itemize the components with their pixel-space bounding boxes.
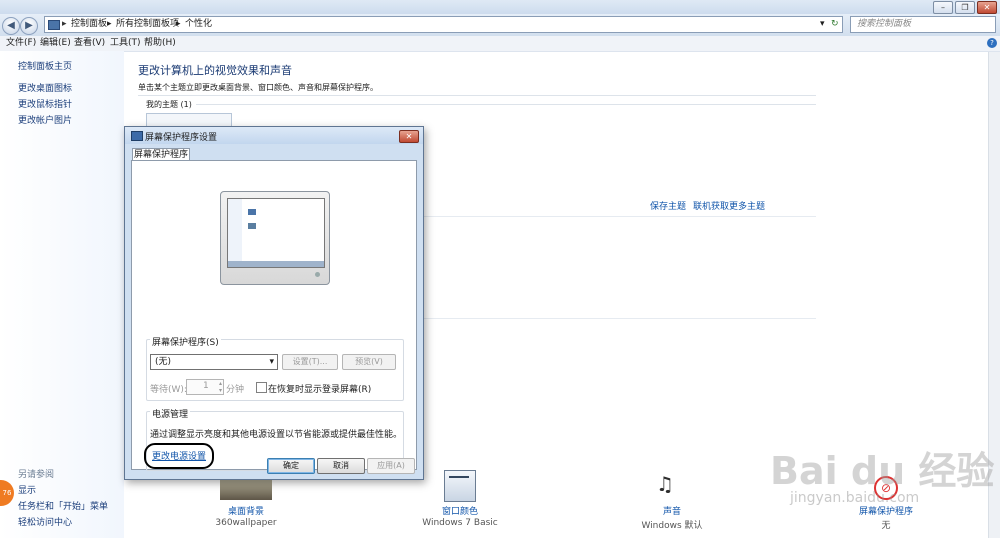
- monitor-preview: [220, 191, 330, 285]
- chevron-right-icon: ▸: [62, 19, 67, 29]
- forward-button[interactable]: ▶: [20, 17, 38, 35]
- preview-screen: [227, 198, 325, 268]
- see-also-heading: 另请参阅: [18, 470, 55, 480]
- screensaver-settings-dialog: 屏幕保护程序设置 ✕ 屏幕保护程序 屏幕保护程序(S) (无) ▾ 设置(T).…: [124, 126, 424, 480]
- power-group-label: 电源管理: [150, 407, 191, 420]
- menu-tools[interactable]: 工具(T): [110, 36, 141, 51]
- screensaver-value: 无: [881, 521, 891, 531]
- see-also-taskbar[interactable]: 任务栏和「开始」菜单: [18, 499, 108, 512]
- preview-sidebar: [228, 199, 242, 267]
- window-color-value: Windows 7 Basic: [422, 518, 498, 528]
- power-description: 通过调整显示亮度和其他电源设置以节省能源或提供最佳性能。: [150, 430, 403, 440]
- sounds-value: Windows 默认: [641, 521, 703, 531]
- close-window-button[interactable]: ✕: [977, 1, 997, 14]
- preview-button[interactable]: 预览(V): [342, 354, 396, 370]
- minutes-label: 分钟: [226, 385, 245, 395]
- refresh-icon[interactable]: ↻: [831, 17, 839, 32]
- sounds-icon[interactable]: ♫: [656, 472, 674, 496]
- minimize-button[interactable]: –: [933, 1, 953, 14]
- menu-view[interactable]: 查看(V): [74, 36, 105, 51]
- nav-change-account-picture[interactable]: 更改帐户图片: [18, 113, 72, 126]
- nav-control-panel-home[interactable]: 控制面板主页: [18, 59, 72, 72]
- watermark-logo: Bai du 经验: [770, 449, 995, 493]
- dialog-panel: 屏幕保护程序(S) (无) ▾ 设置(T)... 预览(V) 等待(W): 1 …: [131, 160, 417, 471]
- my-themes-heading: 我的主题 (1): [146, 100, 192, 109]
- back-button[interactable]: ◀: [2, 17, 20, 35]
- watermark-url: jingyan.baidu.com: [790, 490, 920, 506]
- address-bar[interactable]: ▸ 控制面板 ▸ 所有控制面板项 ▸ 个性化 ▾ ↻: [44, 16, 843, 33]
- maximize-button[interactable]: ❐: [955, 1, 975, 14]
- see-also-ease-of-access[interactable]: 轻松访问中心: [18, 515, 72, 528]
- page-subtitle: 单击某个主题立即更改桌面背景、窗口颜色、声音和屏幕保护程序。: [138, 83, 378, 92]
- apply-button[interactable]: 应用(A): [367, 458, 415, 474]
- menu-help[interactable]: 帮助(H): [144, 36, 176, 51]
- screensaver-group-label: 屏幕保护程序(S): [150, 335, 221, 348]
- save-theme-link[interactable]: 保存主题: [650, 199, 686, 212]
- chevron-right-icon: ▸: [176, 19, 181, 29]
- get-more-themes-link[interactable]: 联机获取更多主题: [693, 199, 765, 212]
- divider: [138, 95, 816, 96]
- breadcrumb-all-items[interactable]: 所有控制面板项: [116, 17, 179, 32]
- window-color-label[interactable]: 窗口颜色: [400, 504, 520, 517]
- desktop-background-label[interactable]: 桌面背景: [186, 504, 306, 517]
- dialog-title: 屏幕保护程序设置: [145, 133, 218, 143]
- window-color-icon-bar: [449, 476, 469, 478]
- search-input[interactable]: 搜索控制面板: [850, 16, 996, 33]
- ok-button[interactable]: 确定: [267, 458, 315, 474]
- control-panel-icon: [48, 20, 60, 30]
- cancel-button[interactable]: 取消: [317, 458, 365, 474]
- divider: [196, 104, 816, 105]
- desktop-background-value: 360wallpaper: [215, 518, 277, 528]
- left-pane: 控制面板主页 更改桌面图标 更改鼠标指针 更改帐户图片 另请参阅 显示 任务栏和…: [0, 51, 124, 538]
- breadcrumb-personalization[interactable]: 个性化: [185, 17, 212, 32]
- breadcrumb-control-panel[interactable]: 控制面板: [71, 17, 107, 32]
- screensaver-select-value: (无): [155, 357, 172, 367]
- page-title: 更改计算机上的视觉效果和声音: [138, 64, 292, 77]
- monitor-icon: [131, 131, 143, 141]
- spinner-arrows-icon[interactable]: ▴ ▾: [219, 380, 222, 394]
- preview-icon: [248, 223, 256, 229]
- preview-taskbar: [228, 261, 324, 267]
- resume-label: 在恢复时显示登录屏幕(R): [268, 385, 372, 395]
- change-power-settings-link[interactable]: 更改电源设置: [152, 449, 206, 462]
- chevron-right-icon: ▸: [107, 19, 112, 29]
- wait-label: 等待(W):: [150, 385, 187, 395]
- see-also-display[interactable]: 显示: [18, 483, 36, 496]
- dialog-close-button[interactable]: ✕: [399, 130, 419, 143]
- menu-bar: 文件(F) 编辑(E) 查看(V) 工具(T) 帮助(H) ?: [0, 36, 1000, 52]
- preview-icon: [248, 209, 256, 215]
- menu-file[interactable]: 文件(F): [6, 36, 36, 51]
- address-row: ◀ ▶ ▸ 控制面板 ▸ 所有控制面板项 ▸ 个性化 ▾ ↻ 搜索控制面板: [0, 14, 1000, 36]
- power-led-icon: [315, 272, 320, 277]
- chevron-down-icon[interactable]: ▾: [820, 17, 825, 32]
- nav-change-desktop-icons[interactable]: 更改桌面图标: [18, 81, 72, 94]
- screensaver-select[interactable]: (无) ▾: [150, 354, 278, 370]
- menu-edit[interactable]: 编辑(E): [40, 36, 71, 51]
- chevron-down-icon: ▾: [269, 357, 274, 367]
- resume-checkbox[interactable]: [256, 382, 267, 393]
- sounds-label[interactable]: 声音: [612, 504, 732, 517]
- dialog-titlebar: 屏幕保护程序设置 ✕: [125, 127, 423, 144]
- desktop-background-icon[interactable]: [220, 478, 272, 500]
- wait-value: 1: [203, 381, 209, 391]
- window-titlebar: – ❐ ✕: [0, 0, 1000, 14]
- window-color-icon[interactable]: [444, 470, 476, 502]
- nav-change-mouse-pointers[interactable]: 更改鼠标指针: [18, 97, 72, 110]
- wait-spinner[interactable]: 1 ▴ ▾: [186, 379, 224, 395]
- help-icon[interactable]: ?: [987, 38, 997, 48]
- settings-button[interactable]: 设置(T)...: [282, 354, 338, 370]
